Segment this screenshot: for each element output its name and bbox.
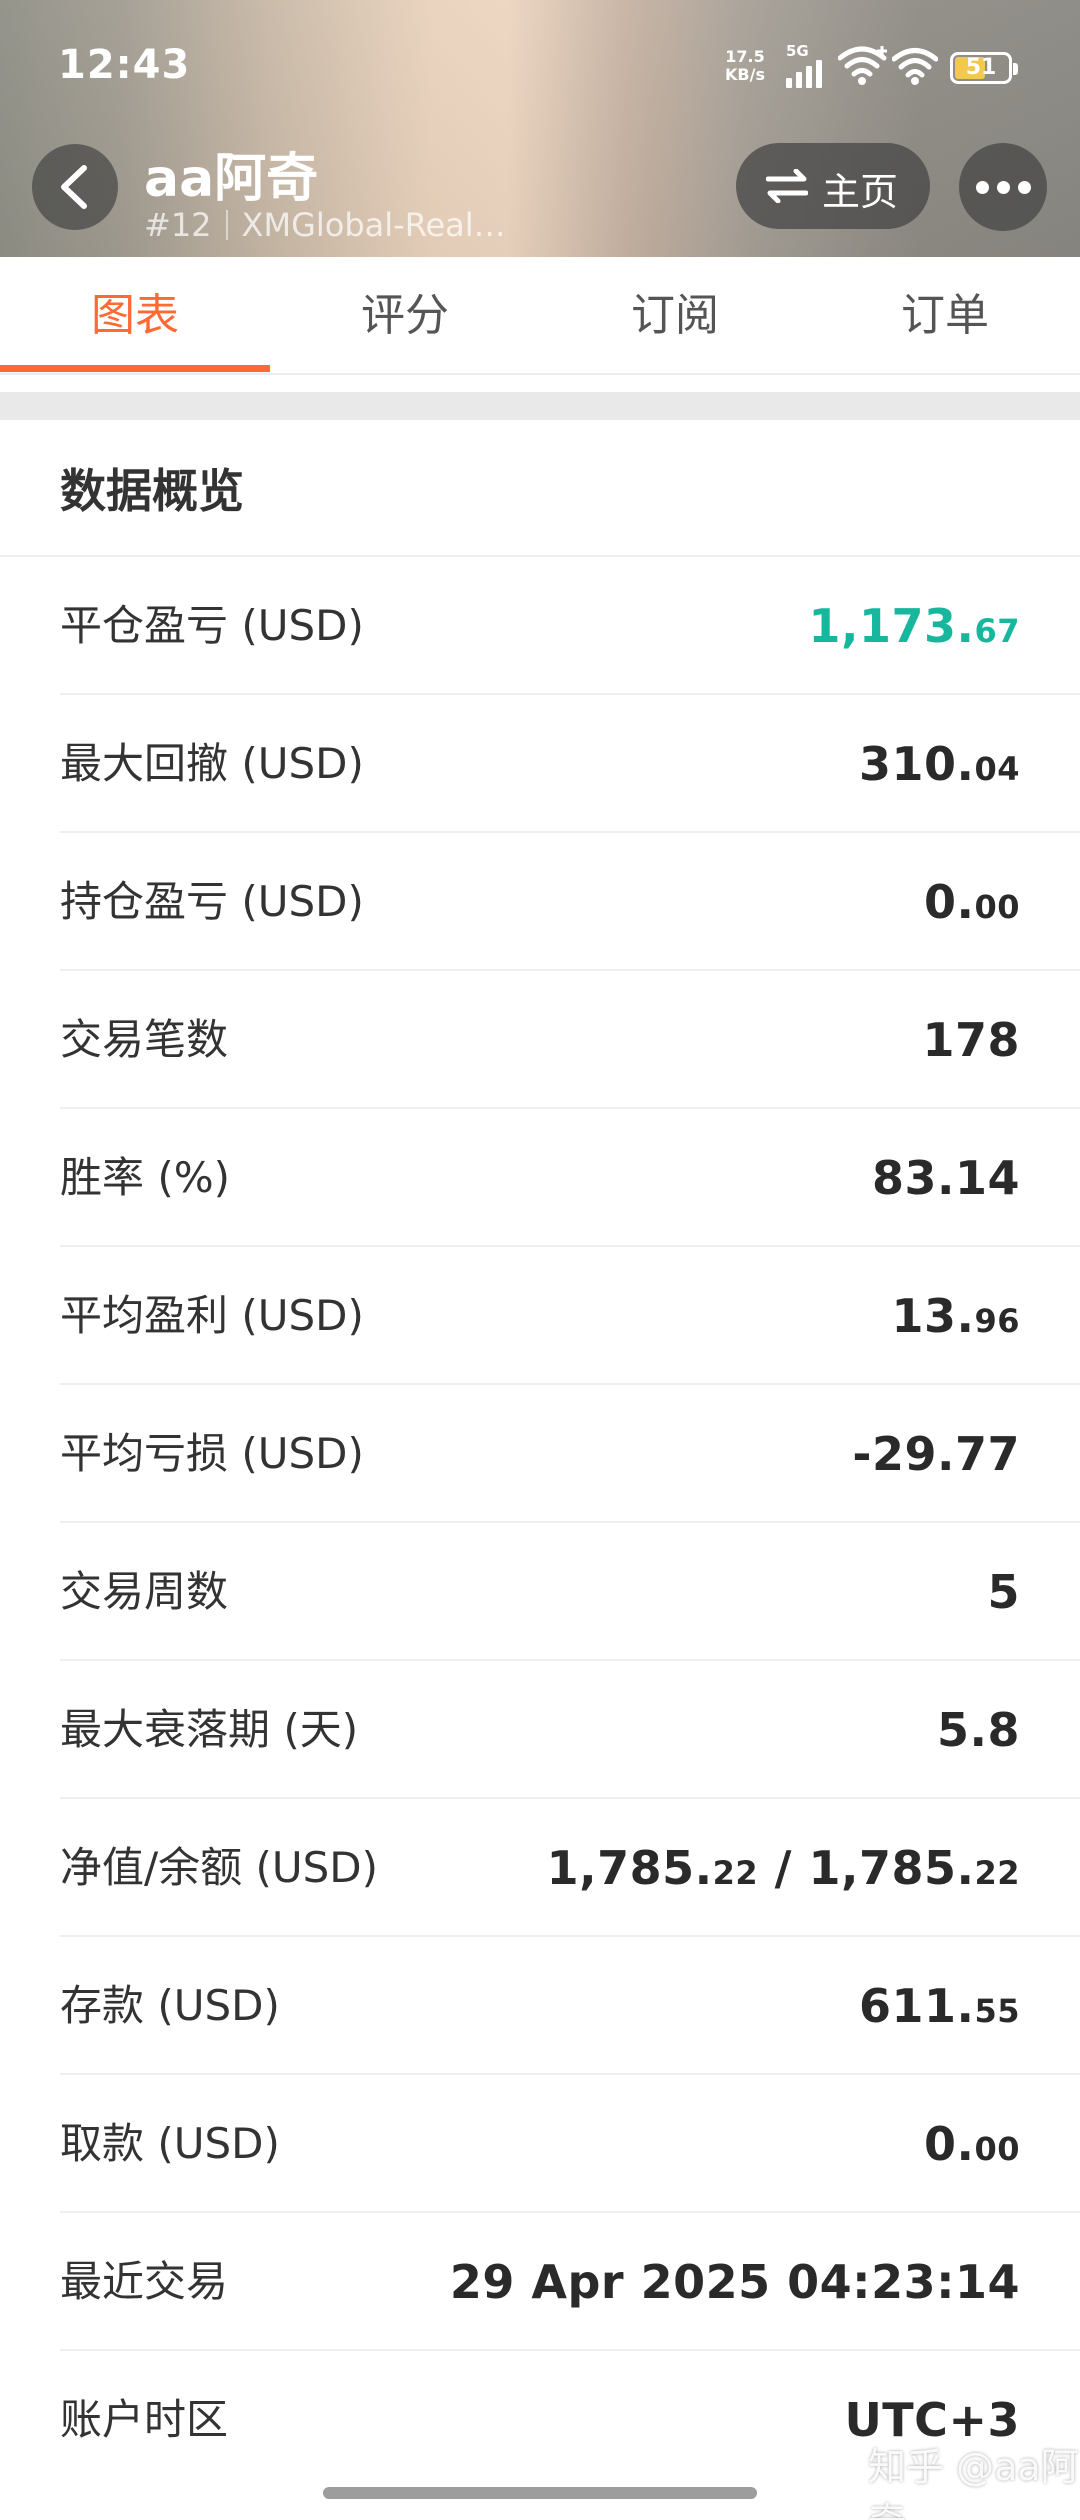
network-type: 5G — [786, 42, 809, 60]
stat-row-last-trade: 最近交易 29 Apr 2025 04:23:14 — [0, 2213, 1080, 2351]
cellular-signal-icon: 5G — [786, 44, 828, 92]
profile-subtitle: #12 XMGlobal-Real… — [144, 206, 506, 244]
home-button[interactable]: 主页 — [736, 143, 930, 229]
stat-label: 交易周数 — [60, 1567, 229, 1616]
stat-label: 交易笔数 — [60, 1015, 229, 1064]
battery-level: 51 — [965, 55, 997, 80]
wifi-plus-icon — [838, 46, 887, 85]
tab-orders[interactable]: 订单 — [810, 257, 1080, 375]
stat-value: -29.77 — [852, 1427, 1020, 1481]
account-label: XMGlobal-Real… — [241, 206, 506, 244]
stat-row-win-rate: 胜率 (%) 83.14 — [0, 1109, 1080, 1247]
stat-row-avg-profit: 平均盈利 (USD) 13.96 — [0, 1247, 1080, 1385]
stat-value: 0.00 — [923, 2117, 1020, 2171]
tab-subscribe[interactable]: 订阅 — [540, 257, 810, 375]
stat-value: 178 — [922, 1013, 1020, 1067]
separator — [225, 210, 228, 240]
stat-label: 存款 (USD) — [60, 1981, 280, 2030]
stat-label: 平均盈利 (USD) — [60, 1291, 364, 1340]
stat-label: 平仓盈亏 (USD) — [60, 601, 364, 650]
watermark: 知乎 @aa阿奇 — [868, 2445, 1079, 2520]
stat-row-closed-pnl: 平仓盈亏 (USD) 1,173.67 — [0, 557, 1080, 695]
home-indicator-bar[interactable] — [323, 2487, 757, 2499]
stat-value: 0.00 — [923, 875, 1020, 929]
wifi-icon — [892, 48, 938, 85]
rank-label: #12 — [144, 206, 212, 244]
network-speed-value: 17.5 — [725, 47, 765, 66]
stat-label: 取款 (USD) — [60, 2119, 280, 2168]
profile-name: aa阿奇 — [144, 149, 319, 209]
more-button[interactable] — [959, 143, 1047, 231]
network-speed: 17.5 KB/s — [725, 48, 765, 84]
profile-header: 12:43 17.5 KB/s 5G 51 aa阿奇 #12 XMGlobal-… — [0, 0, 1080, 257]
stat-label: 平均亏损 (USD) — [60, 1429, 364, 1478]
stat-label: 最大回撤 (USD) — [60, 739, 364, 788]
stat-label: 账户时区 — [60, 2395, 229, 2444]
stat-label: 最大衰落期 (天) — [60, 1705, 359, 1754]
active-tab-indicator — [0, 365, 270, 372]
status-bar: 12:43 17.5 KB/s 5G 51 — [0, 0, 1080, 120]
stat-value: 310.04 — [858, 737, 1020, 791]
chevron-left-icon — [61, 165, 87, 209]
stat-row-max-decline-period: 最大衰落期 (天) 5.8 — [0, 1661, 1080, 1799]
stat-row-trading-weeks: 交易周数 5 — [0, 1523, 1080, 1661]
stat-row-deposit: 存款 (USD) 611.55 — [0, 1937, 1080, 2075]
stat-value: 5.8 — [937, 1703, 1020, 1757]
stat-row-max-drawdown: 最大回撤 (USD) 310.04 — [0, 695, 1080, 833]
stat-row-withdrawal: 取款 (USD) 0.00 — [0, 2075, 1080, 2213]
tab-rating[interactable]: 评分 — [270, 257, 540, 375]
tab-chart[interactable]: 图表 — [0, 257, 270, 375]
stat-value: 611.55 — [858, 1979, 1020, 2033]
stat-value: 5 — [987, 1565, 1020, 1619]
stat-row-equity-balance: 净值/余额 (USD) 1,785.22 / 1,785.22 — [0, 1799, 1080, 1937]
battery-icon: 51 — [950, 52, 1018, 84]
swap-arrows-icon — [766, 169, 808, 203]
stat-value: 1,173.67 — [808, 599, 1020, 653]
stat-row-avg-loss: 平均亏损 (USD) -29.77 — [0, 1385, 1080, 1523]
stat-row-trade-count: 交易笔数 178 — [0, 971, 1080, 1109]
status-time: 12:43 — [58, 42, 191, 88]
stat-label: 最近交易 — [60, 2257, 229, 2306]
stat-label: 净值/余额 (USD) — [60, 1843, 379, 1892]
stat-label: 胜率 (%) — [60, 1153, 231, 1202]
stat-row-open-pnl: 持仓盈亏 (USD) 0.00 — [0, 833, 1080, 971]
stat-value: 13.96 — [891, 1289, 1020, 1343]
stat-label: 持仓盈亏 (USD) — [60, 877, 364, 926]
home-button-label: 主页 — [822, 170, 899, 214]
back-button[interactable] — [32, 144, 118, 230]
section-gap — [0, 392, 1080, 420]
stat-value: 1,785.22 / 1,785.22 — [546, 1841, 1020, 1895]
stat-value: 29 Apr 2025 04:23:14 — [449, 2255, 1020, 2309]
stat-value: 83.14 — [871, 1151, 1020, 1205]
overview-title: 数据概览 — [60, 464, 244, 518]
network-speed-unit: KB/s — [725, 65, 765, 84]
overview-list: 平仓盈亏 (USD) 1,173.67 最大回撤 (USD) 310.04 持仓… — [0, 557, 1080, 2489]
tab-bar: 图表 评分 订阅 订单 — [0, 257, 1080, 375]
